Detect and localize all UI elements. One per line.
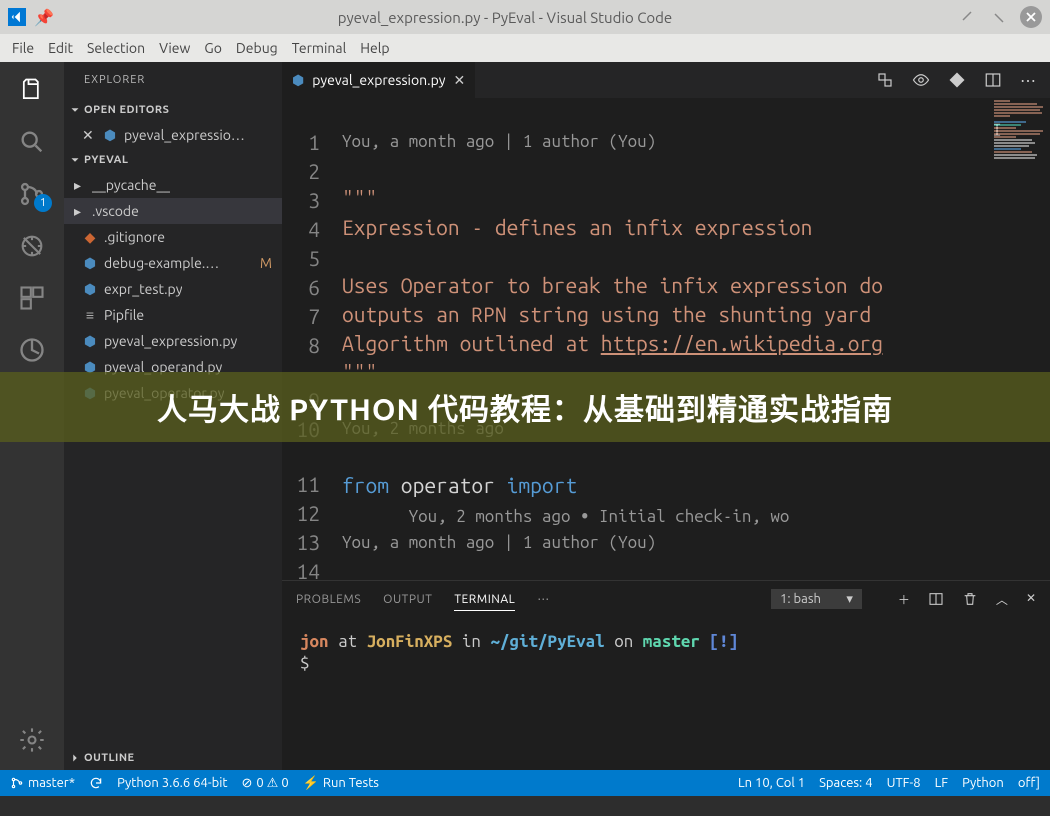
project-header[interactable]: PYEVAL xyxy=(64,148,282,172)
code-lens[interactable]: You, a month ago | 1 author (You) xyxy=(342,129,992,155)
python-file-icon: ⬢ xyxy=(82,281,98,298)
more-icon[interactable]: ⋯ xyxy=(1020,71,1036,90)
menu-help[interactable]: Help xyxy=(360,40,389,56)
maximize-button[interactable] xyxy=(988,6,1010,28)
scm-badge: 1 xyxy=(34,194,52,212)
test-icon[interactable] xyxy=(16,334,48,366)
explorer-icon[interactable] xyxy=(16,74,48,106)
python-file-icon: ⬢ xyxy=(102,127,118,144)
modified-indicator: M xyxy=(260,255,276,271)
sidebar-title: EXPLORER xyxy=(64,62,282,98)
minimap[interactable] xyxy=(992,98,1050,580)
new-terminal-icon[interactable]: ＋ xyxy=(898,591,910,608)
status-branch[interactable]: master* xyxy=(10,776,75,790)
file-item[interactable]: ≡Pipfile xyxy=(64,302,282,328)
status-run-tests[interactable]: ⚡Run Tests xyxy=(303,776,379,791)
debug-icon[interactable] xyxy=(16,230,48,262)
compare-changes-icon[interactable] xyxy=(876,71,894,89)
sidebar: EXPLORER OPEN EDITORS ✕ ⬢ pyeval_express… xyxy=(64,62,282,770)
file-item[interactable]: ⬢pyeval_operand.py xyxy=(64,354,282,380)
panel-tab-problems[interactable]: PROBLEMS xyxy=(296,593,361,606)
close-button[interactable] xyxy=(1020,6,1042,28)
open-editor-item[interactable]: ✕ ⬢ pyeval_expressio… xyxy=(64,122,282,148)
code-lens[interactable]: You, 2 months ago xyxy=(342,416,992,442)
status-eol[interactable]: LF xyxy=(935,776,948,790)
maximize-panel-icon[interactable]: ︿ xyxy=(996,591,1008,608)
menu-file[interactable]: File xyxy=(12,40,34,56)
python-file-icon: ⬢ xyxy=(82,255,98,272)
status-encoding[interactable]: UTF-8 xyxy=(887,776,921,790)
tab-label: pyeval_expression.py xyxy=(312,72,445,88)
python-file-icon: ⬢ xyxy=(82,385,98,402)
close-icon[interactable]: ✕ xyxy=(454,72,466,89)
status-spaces[interactable]: Spaces: 4 xyxy=(819,776,872,790)
folder-item[interactable]: ▸__pycache__ xyxy=(64,172,282,198)
editor-area: ⬢ pyeval_expression.py ✕ ⋯ 123 456 78 91… xyxy=(282,62,1050,770)
python-file-icon: ⬢ xyxy=(292,72,304,89)
status-position[interactable]: Ln 10, Col 1 xyxy=(738,776,805,790)
file-item[interactable]: ⬢expr_test.py xyxy=(64,276,282,302)
minimize-button[interactable] xyxy=(956,6,978,28)
kill-terminal-icon[interactable] xyxy=(962,591,978,608)
status-python[interactable]: Python 3.6.6 64-bit xyxy=(117,776,227,790)
terminal-select[interactable]: 1: bash xyxy=(771,589,862,609)
status-bar: master* Python 3.6.6 64-bit ⊘ 0 ⚠ 0 ⚡Run… xyxy=(0,770,1050,796)
settings-icon[interactable] xyxy=(16,724,48,756)
menu-terminal[interactable]: Terminal xyxy=(292,40,347,56)
menu-edit[interactable]: Edit xyxy=(48,40,73,56)
status-off[interactable]: off] xyxy=(1018,776,1040,790)
split-editor-icon[interactable] xyxy=(984,71,1002,89)
file-item[interactable]: ⬢pyeval_operator.py xyxy=(64,380,282,406)
menu-view[interactable]: View xyxy=(159,40,190,56)
git-file-icon: ◆ xyxy=(82,229,98,246)
extensions-icon[interactable] xyxy=(16,282,48,314)
activity-bar: 1 xyxy=(0,62,64,770)
text-file-icon: ≡ xyxy=(82,307,98,323)
code-lens[interactable]: You, a month ago | 1 author (You) xyxy=(342,530,992,556)
title-bar: 📌 pyeval_expression.py - PyEval - Visual… xyxy=(0,0,1050,34)
diff-icon[interactable] xyxy=(948,71,966,89)
close-panel-icon[interactable]: ✕ xyxy=(1026,591,1036,608)
editor[interactable]: 123 456 78 910 11121314 You, a month ago… xyxy=(282,98,1050,580)
file-item[interactable]: ⬢pyeval_expression.py xyxy=(64,328,282,354)
chevron-right-icon: ▸ xyxy=(74,203,86,220)
menu-bar: File Edit Selection View Go Debug Termin… xyxy=(0,34,1050,62)
code-content[interactable]: You, a month ago | 1 author (You) """ Ex… xyxy=(342,98,992,580)
panel: PROBLEMS OUTPUT TERMINAL ⋯ 1: bash ＋ ︿ ✕… xyxy=(282,580,1050,770)
status-sync-icon[interactable] xyxy=(89,776,103,790)
outline-header[interactable]: OUTLINE xyxy=(64,746,282,770)
file-item[interactable]: ⬢debug-example.…M xyxy=(64,250,282,276)
status-language[interactable]: Python xyxy=(962,776,1004,790)
more-icon[interactable]: ⋯ xyxy=(537,592,549,606)
folder-item[interactable]: ▸.vscode xyxy=(64,198,282,224)
terminal[interactable]: jon at JonFinXPS in ~/git/PyEval on mast… xyxy=(282,617,1050,770)
file-item[interactable]: ◆.gitignore xyxy=(64,224,282,250)
line-gutter: 123 456 78 910 11121314 xyxy=(282,98,342,580)
menu-selection[interactable]: Selection xyxy=(87,40,145,56)
panel-tab-output[interactable]: OUTPUT xyxy=(383,593,432,606)
panel-tab-terminal[interactable]: TERMINAL xyxy=(454,593,515,611)
chevron-right-icon: ▸ xyxy=(74,177,86,194)
window-title: pyeval_expression.py - PyEval - Visual S… xyxy=(54,9,956,26)
open-editors-header[interactable]: OPEN EDITORS xyxy=(64,98,282,122)
tab-bar: ⬢ pyeval_expression.py ✕ ⋯ xyxy=(282,62,1050,98)
pin-icon[interactable]: 📌 xyxy=(34,8,54,27)
python-file-icon: ⬢ xyxy=(82,359,98,376)
scm-icon[interactable]: 1 xyxy=(16,178,48,210)
python-file-icon: ⬢ xyxy=(82,333,98,350)
preview-icon[interactable] xyxy=(912,71,930,89)
menu-go[interactable]: Go xyxy=(204,40,221,56)
editor-tab[interactable]: ⬢ pyeval_expression.py ✕ xyxy=(282,62,476,98)
close-icon[interactable]: ✕ xyxy=(82,127,96,144)
split-terminal-icon[interactable] xyxy=(928,591,944,608)
status-problems[interactable]: ⊘ 0 ⚠ 0 xyxy=(241,776,288,791)
search-icon[interactable] xyxy=(16,126,48,158)
menu-debug[interactable]: Debug xyxy=(236,40,278,56)
vscode-icon xyxy=(8,8,26,26)
